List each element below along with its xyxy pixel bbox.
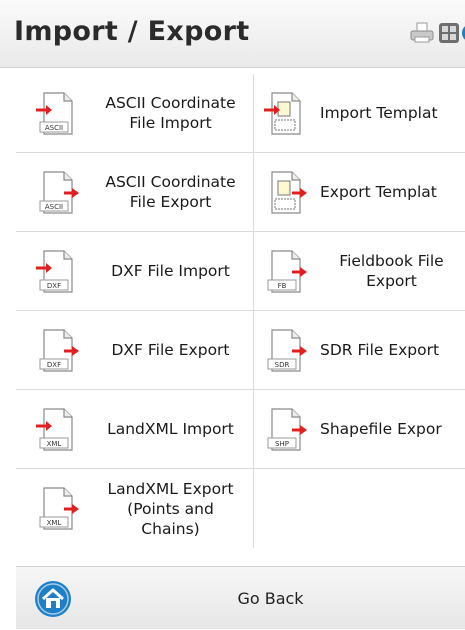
menu-item-right-3[interactable]: FB Fieldbook File Export (254, 232, 465, 311)
file-import-icon: XML (36, 408, 73, 451)
menu-item-label: ASCII Coordinate File Export (105, 173, 236, 211)
svg-text:XML: XML (47, 519, 62, 527)
menu-item-label: DXF File Import (111, 262, 230, 280)
grid-icon[interactable] (438, 22, 460, 44)
home-icon (35, 581, 71, 617)
menu-item-label: Import Templat (320, 104, 438, 122)
file-export-icon: FB (267, 250, 307, 293)
printer-icon[interactable] (409, 22, 435, 44)
menu-item-right-1[interactable]: Import Templat (254, 74, 465, 153)
menu-item-left-2[interactable]: ASCII ASCII Coordinate File Export (16, 153, 254, 232)
template-import-icon (264, 92, 301, 135)
page-title: Import / Export (14, 16, 250, 47)
svg-text:XML: XML (47, 440, 62, 448)
file-import-icon: ASCII (36, 92, 73, 135)
menu-item-left-3[interactable]: DXF DXF File Import (16, 232, 254, 311)
svg-text:ASCII: ASCII (45, 203, 63, 211)
menu-item-label: Fieldbook File Export (339, 252, 444, 290)
file-export-icon: XML (39, 487, 79, 530)
menu-item-label: Export Templat (320, 183, 437, 201)
file-export-icon: SHP (267, 408, 307, 451)
menu-item-left-6[interactable]: XML LandXML Export (Points and Chains) (16, 469, 254, 548)
help-icon[interactable] (461, 23, 465, 43)
menu-item-left-5[interactable]: XML LandXML Import (16, 390, 254, 469)
svg-text:DXF: DXF (47, 361, 61, 369)
template-export-icon (271, 171, 307, 214)
svg-text:ASCII: ASCII (45, 124, 63, 132)
menu-item-left-4[interactable]: DXF DXF File Export (16, 311, 254, 390)
menu-item-left-1[interactable]: ASCII ASCII Coordinate File Import (16, 74, 254, 153)
svg-text:FB: FB (278, 282, 287, 290)
file-import-icon: DXF (36, 250, 73, 293)
file-export-icon: ASCII (39, 171, 79, 214)
file-export-icon: SDR (267, 329, 307, 372)
menu-item-right-5[interactable]: SHP Shapefile Expor (254, 390, 465, 469)
go-back-button[interactable]: Go Back (16, 566, 465, 629)
go-back-label: Go Back (237, 589, 304, 608)
menu-item-label: DXF File Export (111, 341, 230, 359)
menu-item-label: LandXML Export (Points and Chains) (107, 479, 234, 538)
menu-item-label: LandXML Import (107, 420, 234, 438)
menu-item-right-2[interactable]: Export Templat (254, 153, 465, 232)
file-export-icon: DXF (39, 329, 79, 372)
empty-cell (254, 469, 465, 548)
svg-text:DXF: DXF (47, 282, 61, 290)
menu-item-label: Shapefile Expor (320, 420, 442, 438)
menu-item-right-4[interactable]: SDR SDR File Export (254, 311, 465, 390)
title-bar: Import / Export (0, 0, 465, 68)
svg-text:SDR: SDR (275, 361, 290, 369)
menu-grid: ASCII ASCII Coordinate File Import ASCII AS… (16, 74, 465, 548)
menu-item-label: SDR File Export (320, 341, 440, 359)
svg-text:SHP: SHP (275, 440, 289, 448)
menu-item-label: ASCII Coordinate File Import (105, 94, 236, 132)
